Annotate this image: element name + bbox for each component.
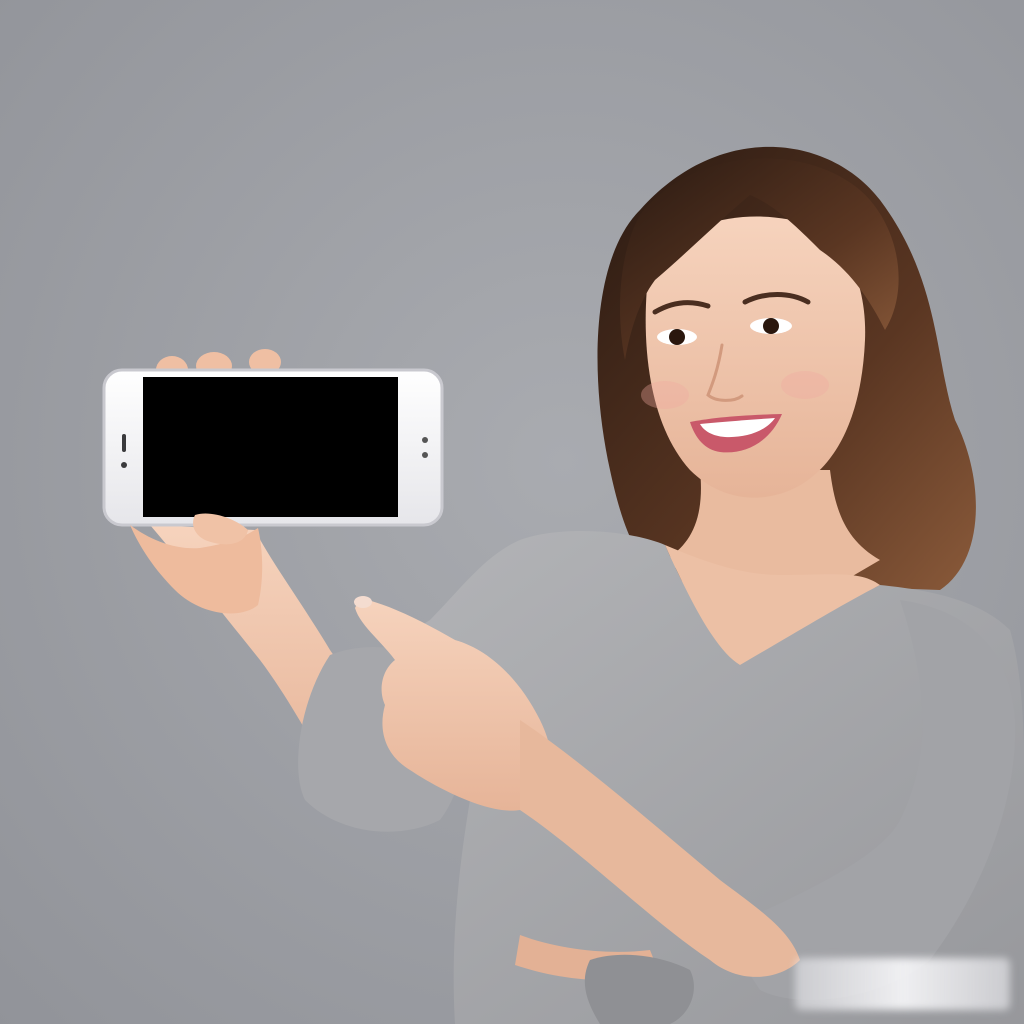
blurred-watermark xyxy=(795,958,1010,1010)
photo-illustration xyxy=(0,0,1024,1024)
phone-sensor xyxy=(422,437,428,443)
photo xyxy=(0,0,1024,1024)
phone-sensor xyxy=(422,452,428,458)
phone-screen xyxy=(143,377,398,517)
cheek-blush xyxy=(781,371,829,399)
phone-speaker xyxy=(122,434,126,452)
eye-iris xyxy=(763,318,779,334)
cheek-blush xyxy=(641,381,689,409)
phone-front-camera xyxy=(121,462,127,468)
pointing-fingernail xyxy=(354,596,372,608)
eye-iris xyxy=(669,329,685,345)
sweater-knot xyxy=(584,954,694,1024)
smartphone xyxy=(102,368,444,527)
